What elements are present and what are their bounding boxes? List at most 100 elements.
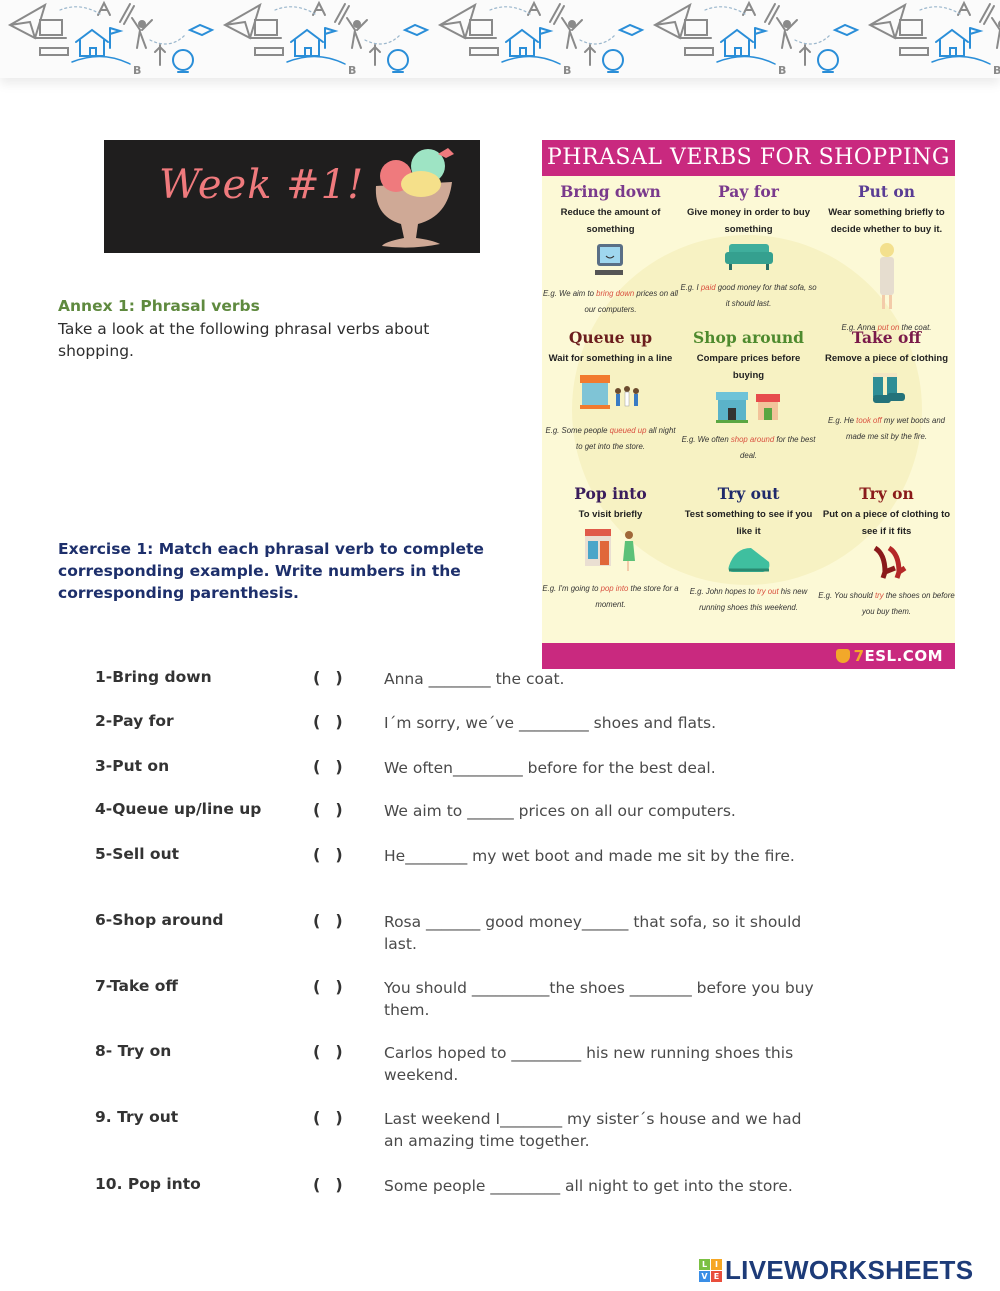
svg-text:B: B <box>133 64 141 77</box>
example-sentence: Carlos hoped to _________ his new runnin… <box>384 1044 794 1084</box>
answer-input[interactable] <box>321 1176 336 1195</box>
answer-parenthesis: () <box>313 668 344 688</box>
annex-title: Annex 1: Phrasal verbs <box>58 297 260 315</box>
example-highlight: try <box>874 591 884 600</box>
paren-open: ( <box>313 757 322 776</box>
answer-input[interactable] <box>321 669 336 688</box>
answer-parenthesis: () <box>313 757 344 777</box>
poster-title: PHRASAL VERBS FOR SHOPPING <box>542 140 955 176</box>
boots-icon <box>818 371 955 409</box>
paren-open: ( <box>313 668 322 687</box>
book-icon <box>187 23 215 37</box>
paren-open: ( <box>313 1175 322 1194</box>
paren-open: ( <box>313 800 322 819</box>
paren-close: ) <box>335 977 344 996</box>
paren-close: ) <box>335 800 344 819</box>
paren-open: ( <box>313 911 322 930</box>
poster-definition: Test something to see if you like it <box>684 509 813 537</box>
answer-parenthesis: () <box>313 1042 344 1062</box>
pencil-icon <box>119 3 135 25</box>
answer-parenthesis: () <box>313 800 344 820</box>
phrasal-verb-label: 10. Pop into <box>95 1175 201 1193</box>
week-banner-image: Week #1! <box>104 140 480 253</box>
example-sentence: Last weekend I________ my sister´s house… <box>384 1110 802 1150</box>
example-text: E.g. We often <box>681 435 731 444</box>
answer-parenthesis: () <box>313 1108 344 1128</box>
annex-description: Take a look at the following phrasal ver… <box>58 320 430 360</box>
example-sentence: We often_________ before for the best de… <box>384 759 716 777</box>
example-text: E.g. Some people <box>545 426 610 435</box>
person-icon <box>131 17 153 49</box>
doodle-pattern: B <box>7 0 1000 78</box>
globe-icon <box>172 49 194 73</box>
answer-input[interactable] <box>321 1043 336 1062</box>
laptop-icon <box>35 19 67 39</box>
paren-close: ) <box>335 757 344 776</box>
poster-verb: Bring down <box>560 182 661 201</box>
store-woman-icon <box>542 527 679 577</box>
answer-input[interactable] <box>321 846 336 865</box>
phrasal-verb-label: 9. Try out <box>95 1108 179 1126</box>
shops-icon <box>680 388 817 428</box>
poster-verb: Pop into <box>574 484 647 503</box>
poster-cell-take-off: Take off Remove a piece of clothing E.g. H… <box>818 328 955 445</box>
answer-input[interactable] <box>321 912 336 931</box>
answer-input[interactable] <box>321 1109 336 1128</box>
example-sentence: I´m sorry, we´ve _________ shoes and fla… <box>384 714 717 732</box>
logo-block: L <box>699 1258 710 1270</box>
phrasal-verb-label: 2-Pay for <box>95 712 174 730</box>
7esl-logo: 7ESL.COM <box>835 647 943 665</box>
example-highlight: bring down <box>596 289 635 298</box>
example-text: E.g. I <box>680 283 701 292</box>
phrasal-verb-label: 7-Take off <box>95 977 178 995</box>
sofa-icon <box>680 242 817 276</box>
example-text: good money for that sofa, so it should l… <box>715 283 817 308</box>
answer-input[interactable] <box>321 801 336 820</box>
example-text: E.g. I'm going to <box>542 584 601 593</box>
poster-example: E.g. Some people queued up all night to … <box>542 423 679 455</box>
example-sentence: We aim to ______ prices on all our compu… <box>384 802 736 820</box>
ruler-icon <box>39 47 69 56</box>
phrasal-verb-label: 3-Put on <box>95 757 170 775</box>
poster-definition: Wear something briefly to decide whether… <box>828 207 945 235</box>
answer-parenthesis: () <box>313 911 344 931</box>
example-highlight: shop around <box>730 435 775 444</box>
example-text: E.g. You should <box>818 591 875 600</box>
example-text: E.g. He <box>827 416 857 425</box>
answer-input[interactable] <box>321 758 336 777</box>
poster-definition: Put on a piece of clothing to see if it … <box>822 509 951 537</box>
poster-definition: Wait for something in a line <box>548 353 673 364</box>
paren-open: ( <box>313 977 322 996</box>
exercise-instructions: Exercise 1: Match each phrasal verb to c… <box>58 540 484 602</box>
answer-parenthesis: () <box>313 845 344 865</box>
paren-close: ) <box>335 1042 344 1061</box>
phrasal-verb-label: 1-Bring down <box>95 668 212 686</box>
letter-b-icon: B <box>133 64 141 77</box>
phrasal-verb-label: 6-Shop around <box>95 911 224 929</box>
answer-input[interactable] <box>321 978 336 997</box>
logo-prefix: 7 <box>853 647 865 665</box>
phrasal-verb-label: 4-Queue up/line up <box>95 800 262 818</box>
poster-verb: Queue up <box>568 328 653 347</box>
poster-example: E.g. You should try the shoes on before … <box>818 588 955 620</box>
answer-parenthesis: () <box>313 977 344 997</box>
example-highlight: paid <box>700 283 716 292</box>
computer-icon <box>542 242 679 282</box>
poster-definition: Give money in order to buy something <box>687 207 810 235</box>
paren-close: ) <box>335 911 344 930</box>
paren-close: ) <box>335 712 344 731</box>
answer-input[interactable] <box>321 713 336 732</box>
paren-open: ( <box>313 845 322 864</box>
example-text: E.g. John hopes to <box>689 587 757 596</box>
example-text: E.g. We aim to <box>542 289 597 298</box>
example-sentence: He________ my wet boot and made me sit b… <box>384 847 795 865</box>
poster-cell-queue-up: Queue up Wait for something in a line E.g.… <box>542 328 679 455</box>
woman-in-coat-icon <box>818 242 955 316</box>
poster-cell-pay-for: Pay for Give money in order to buy someth… <box>680 182 817 312</box>
poster-definition: To visit briefly <box>578 509 643 520</box>
ice-cream-sundae-icon <box>375 148 454 248</box>
poster-example: E.g. I'm going to pop into the store for… <box>542 581 679 613</box>
answer-parenthesis: () <box>313 1175 344 1195</box>
poster-example: E.g. We often shop around for the best d… <box>680 432 817 464</box>
example-sentence: Some people _________ all night to get i… <box>384 1177 793 1195</box>
